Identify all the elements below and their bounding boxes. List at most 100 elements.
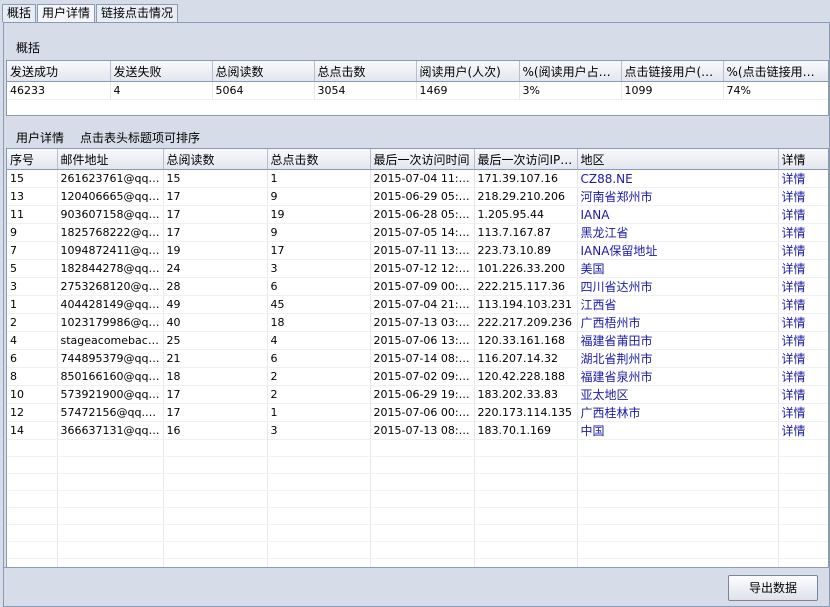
detail-link[interactable]: 详情 — [778, 241, 828, 260]
detail-link[interactable]: 详情 — [778, 295, 828, 314]
table-row[interactable]: 4 stageacomeback… 25 4 2015-07-06 13:… 120.33… — [7, 331, 828, 350]
table-row[interactable]: 2 1023179986@q… 40 18 2015-07-13 03:… 222.217… — [7, 313, 828, 332]
summary-column-header[interactable]: 阅读用户(人次) — [416, 61, 520, 82]
region-cell: IANA保留地址 — [577, 241, 779, 260]
tab-overview[interactable]: 概括 — [2, 4, 37, 22]
clicks-cell: 45 — [267, 295, 371, 314]
email-cell: stageacomeback… — [57, 331, 164, 350]
empty-cell — [57, 456, 164, 474]
row-id-cell: 13 — [7, 187, 58, 206]
table-row[interactable]: 12 57472156@qq.com 17 1 2015-07-06 00:… 220.1… — [7, 403, 828, 422]
summary-column-header[interactable]: %(阅读用户占发… — [519, 61, 622, 82]
table-row[interactable]: 9 1825768222@q… 17 9 2015-07-05 14:… 113.7.16… — [7, 223, 828, 242]
detail-link[interactable]: 详情 — [778, 367, 828, 386]
details-column-header[interactable]: 地区 — [577, 149, 779, 170]
detail-link[interactable]: 详情 — [778, 205, 828, 224]
empty-row — [7, 456, 828, 474]
detail-link[interactable]: 详情 — [778, 349, 828, 368]
row-id-cell: 8 — [7, 367, 58, 386]
table-row[interactable]: 5 182844278@qq.… 24 3 2015-07-12 12:… 101.226… — [7, 259, 828, 278]
clicks-cell: 3 — [267, 421, 371, 440]
row-id-cell: 6 — [7, 349, 58, 368]
table-row[interactable]: 7 1094872411@q… 19 17 2015-07-11 13:… 223.73.… — [7, 241, 828, 260]
last-visit-time-cell: 2015-07-13 03:… — [370, 313, 475, 332]
detail-link[interactable]: 详情 — [778, 313, 828, 332]
summary-column-header[interactable]: %(点击链接用户… — [723, 61, 828, 82]
detail-link[interactable]: 详情 — [778, 331, 828, 350]
detail-link[interactable]: 详情 — [778, 259, 828, 278]
summary-value-cell: 1099 — [621, 81, 724, 100]
detail-link[interactable]: 详情 — [778, 421, 828, 440]
empty-cell — [57, 490, 164, 508]
reads-cell: 16 — [163, 421, 268, 440]
details-title: 用户详情 — [16, 131, 65, 145]
table-row[interactable]: 11 903607158@qq.… 17 19 2015-06-28 05:… 1.205… — [7, 205, 828, 224]
empty-cell — [163, 439, 268, 457]
table-row[interactable]: 8 850166160@qq.… 18 2 2015-07-02 09:… 120.42.… — [7, 367, 828, 386]
table-row[interactable]: 13 120406665@qq.… 17 9 2015-06-29 05:… 218.29… — [7, 187, 828, 206]
last-visit-ip-cell: 222.217.209.236 — [474, 313, 578, 332]
empty-cell — [163, 524, 268, 542]
empty-cell — [370, 456, 475, 474]
tab-link-clicks[interactable]: 链接点击情况 — [96, 4, 179, 22]
details-column-header[interactable]: 最后一次访问IP… — [474, 149, 578, 170]
row-id-cell: 12 — [7, 403, 58, 422]
table-row[interactable]: 14 366637131@qq.… 16 3 2015-07-13 08:… 183.70… — [7, 421, 828, 440]
tab-user-details[interactable]: 用户详情 — [37, 4, 96, 23]
clicks-cell: 19 — [267, 205, 371, 224]
last-visit-ip-cell: 120.33.161.168 — [474, 331, 578, 350]
last-visit-time-cell: 2015-07-12 12:… — [370, 259, 475, 278]
empty-cell — [7, 439, 58, 457]
details-column-header[interactable]: 邮件地址 — [57, 149, 164, 170]
detail-link[interactable]: 详情 — [778, 403, 828, 422]
email-cell: 903607158@qq.… — [57, 205, 164, 224]
empty-cell — [7, 541, 58, 559]
details-column-header[interactable]: 总点击数 — [267, 149, 371, 170]
details-column-header[interactable]: 总阅读数 — [163, 149, 268, 170]
email-cell: 1825768222@q… — [57, 223, 164, 242]
last-visit-time-cell: 2015-06-28 05:… — [370, 205, 475, 224]
details-grid: 序号 邮件地址 总阅读数 总点击数 最后一次访问时间 最后一次访问IP… 地区 详情 15 26… — [6, 148, 829, 568]
last-visit-time-cell: 2015-07-05 14:… — [370, 223, 475, 242]
region-cell: 四川省达州市 — [577, 277, 779, 296]
last-visit-time-cell: 2015-07-02 09:… — [370, 367, 475, 386]
reads-cell: 15 — [163, 169, 268, 188]
empty-cell — [57, 541, 164, 559]
empty-cell — [370, 541, 475, 559]
summary-column-header[interactable]: 点击链接用户(… — [621, 61, 724, 82]
summary-column-header[interactable]: 发送成功 — [7, 61, 111, 82]
summary-column-header[interactable]: 总阅读数 — [212, 61, 315, 82]
table-row[interactable]: 15 261623761@qq.… 15 1 2015-07-04 11:… 171.39… — [7, 169, 828, 188]
clicks-cell: 18 — [267, 313, 371, 332]
table-row[interactable]: 3 2753268120@q… 28 6 2015-07-09 00:… 222.215.… — [7, 277, 828, 296]
empty-cell — [163, 456, 268, 474]
detail-link[interactable]: 详情 — [778, 223, 828, 242]
empty-cell — [778, 439, 828, 457]
summary-column-header[interactable]: 发送失败 — [110, 61, 213, 82]
empty-cell — [267, 473, 371, 491]
detail-link[interactable]: 详情 — [778, 385, 828, 404]
region-cell: CZ88.NE — [577, 169, 779, 188]
table-row[interactable]: 6 744895379@qq.… 21 6 2015-07-14 08:… 116.207… — [7, 349, 828, 368]
details-column-header[interactable]: 最后一次访问时间 — [370, 149, 475, 170]
summary-title: 概括 — [16, 41, 41, 55]
empty-cell — [163, 541, 268, 559]
detail-link[interactable]: 详情 — [778, 277, 828, 296]
empty-cell — [577, 524, 779, 542]
summary-column-header[interactable]: 总点击数 — [314, 61, 417, 82]
table-row[interactable]: 10 573921900@qq.… 17 2 2015-06-29 19:… 183.20… — [7, 385, 828, 404]
email-cell: 850166160@qq.… — [57, 367, 164, 386]
table-row[interactable]: 1 404428149@qq.… 49 45 2015-07-04 21:… 113.19… — [7, 295, 828, 314]
email-cell: 2753268120@q… — [57, 277, 164, 296]
details-column-header[interactable]: 序号 — [7, 149, 58, 170]
detail-link[interactable]: 详情 — [778, 187, 828, 206]
details-column-header[interactable]: 详情 — [778, 149, 828, 170]
export-data-button[interactable]: 导出数据 — [728, 575, 818, 601]
detail-link[interactable]: 详情 — [778, 169, 828, 188]
empty-cell — [778, 524, 828, 542]
last-visit-ip-cell: 183.70.1.169 — [474, 421, 578, 440]
empty-cell — [577, 439, 779, 457]
clicks-cell: 6 — [267, 277, 371, 296]
last-visit-ip-cell: 113.194.103.231 — [474, 295, 578, 314]
reads-cell: 40 — [163, 313, 268, 332]
